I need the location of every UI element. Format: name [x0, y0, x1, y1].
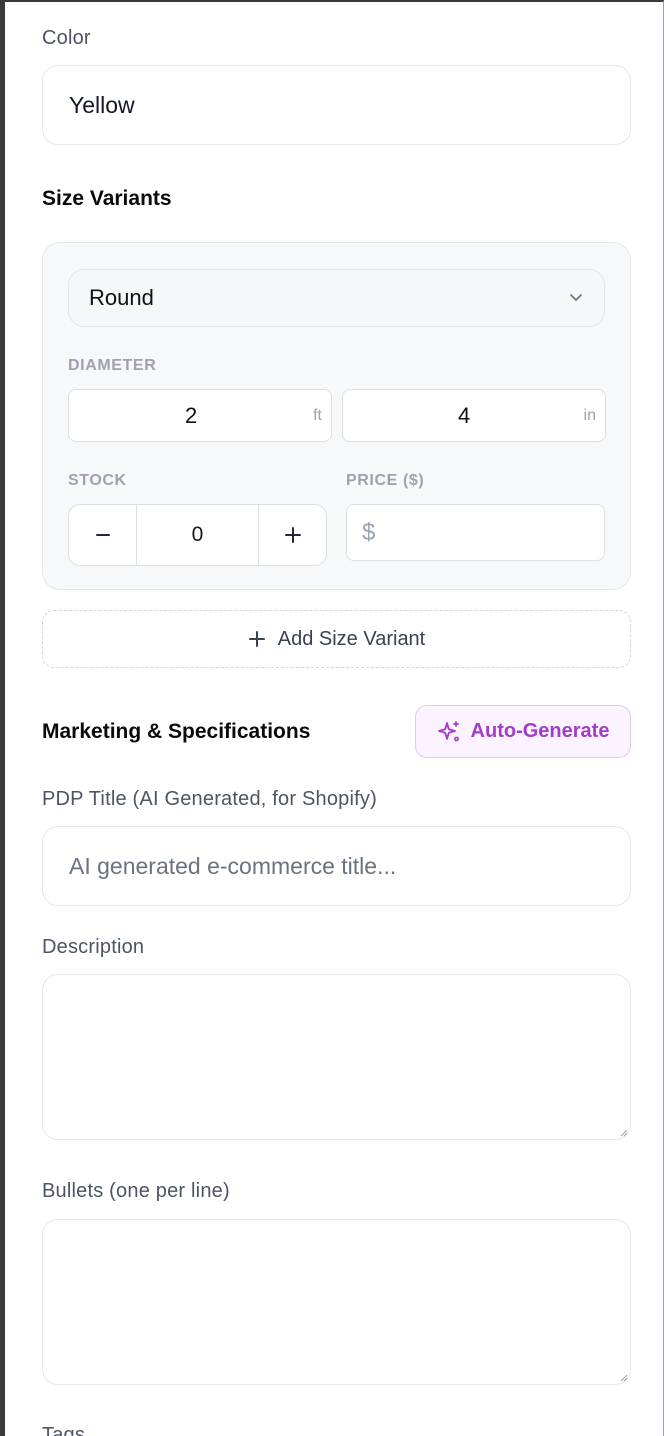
- price-input[interactable]: $: [346, 504, 605, 561]
- stock-value[interactable]: 0: [136, 505, 259, 565]
- plus-icon: [248, 631, 265, 647]
- auto-generate-button[interactable]: Auto-Generate: [415, 705, 631, 758]
- inches-unit: in: [583, 406, 596, 424]
- diameter-label: DIAMETER: [68, 357, 157, 374]
- size-variant-card: Round DIAMETER 2 ft 4 in STOCK PRICE ($)…: [42, 242, 631, 590]
- product-form-panel: Color Yellow Size Variants Round DIAMETE…: [0, 0, 664, 1436]
- size-variants-title: Size Variants: [42, 187, 172, 210]
- color-input-value: Yellow: [69, 91, 135, 118]
- resize-handle-icon[interactable]: [620, 1374, 628, 1382]
- pdp-title-label: PDP Title (AI Generated, for Shopify): [42, 788, 377, 810]
- stock-stepper[interactable]: 0: [68, 504, 327, 566]
- increment-button[interactable]: [259, 505, 326, 565]
- color-label: Color: [42, 27, 91, 49]
- diameter-inches-input[interactable]: 4 in: [342, 389, 606, 442]
- diameter-feet-input[interactable]: 2 ft: [68, 389, 332, 442]
- bullets-label: Bullets (one per line): [42, 1180, 230, 1202]
- decrement-button[interactable]: [69, 505, 136, 565]
- color-input[interactable]: Yellow: [42, 65, 631, 145]
- price-label: PRICE ($): [346, 472, 425, 489]
- tags-label: Tags: [42, 1424, 86, 1436]
- price-prefix: $: [362, 518, 376, 546]
- marketing-title: Marketing & Specifications: [42, 720, 311, 743]
- pdp-title-placeholder: AI generated e-commerce title...: [69, 852, 397, 879]
- feet-unit: ft: [313, 406, 322, 424]
- bullets-textarea[interactable]: [42, 1219, 631, 1385]
- stock-label: STOCK: [68, 472, 127, 489]
- add-size-variant-label: Add Size Variant: [277, 627, 426, 650]
- pdp-title-input[interactable]: AI generated e-commerce title...: [42, 826, 631, 906]
- sparkles-icon: [437, 720, 459, 741]
- shape-select-value: Round: [89, 285, 154, 310]
- resize-handle-icon[interactable]: [620, 1129, 628, 1137]
- add-size-variant-button[interactable]: Add Size Variant: [42, 610, 631, 668]
- diameter-inches-value: 4: [458, 402, 471, 428]
- description-textarea[interactable]: [42, 974, 631, 1140]
- diameter-feet-value: 2: [185, 402, 198, 428]
- plus-icon: [284, 527, 301, 543]
- chevron-down-icon: [568, 285, 584, 311]
- shape-select[interactable]: Round: [68, 269, 605, 327]
- auto-generate-label: Auto-Generate: [470, 720, 610, 742]
- minus-icon: [95, 534, 110, 536]
- description-label: Description: [42, 936, 145, 958]
